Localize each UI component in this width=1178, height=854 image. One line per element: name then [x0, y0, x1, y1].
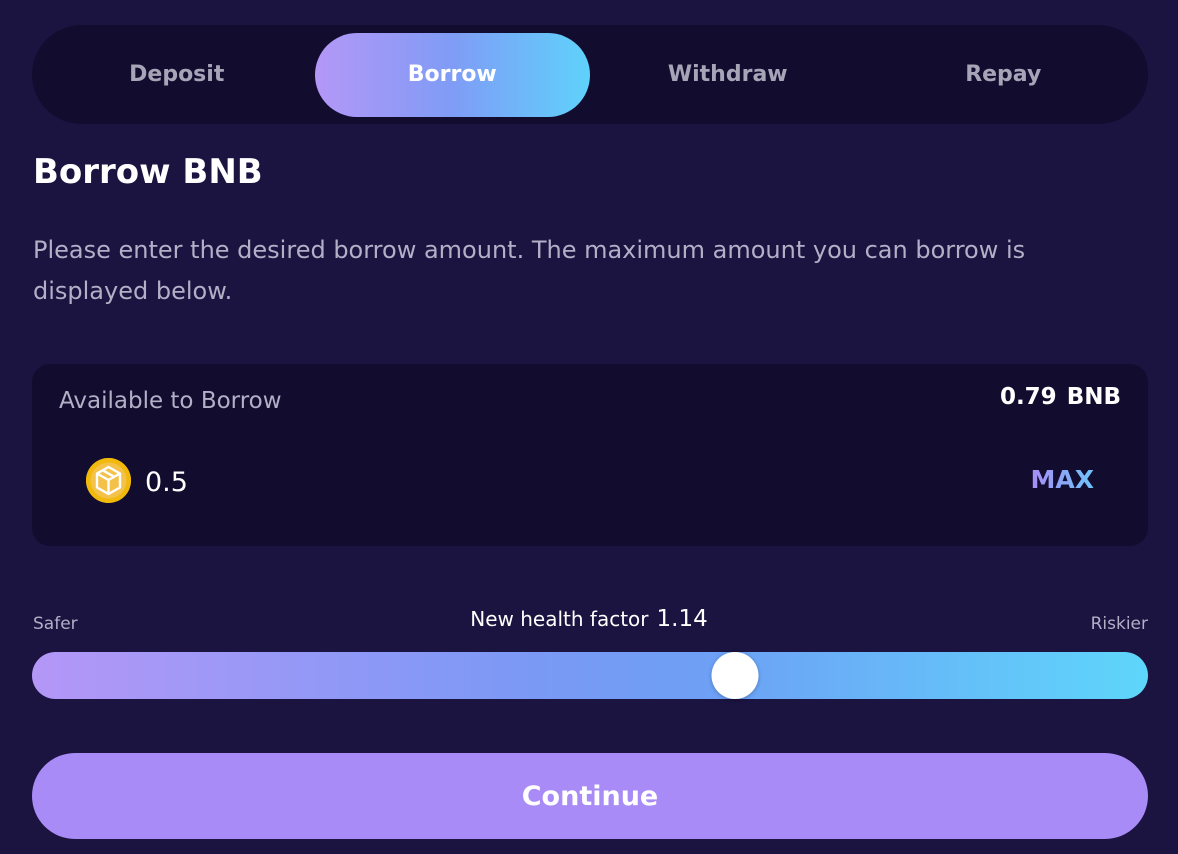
page-title: Borrow BNB	[33, 152, 263, 192]
max-button[interactable]: MAX	[1030, 465, 1094, 494]
available-amount: 0.79	[999, 384, 1057, 410]
available-unit: BNB	[1066, 384, 1121, 410]
continue-button[interactable]: Continue	[32, 753, 1148, 839]
bnb-icon	[86, 458, 131, 503]
slider-thumb[interactable]	[711, 652, 759, 699]
riskier-label: Riskier	[1090, 614, 1148, 634]
tab-deposit[interactable]: Deposit	[39, 33, 315, 117]
tab-repay[interactable]: Repay	[866, 33, 1142, 117]
available-label: Available to Borrow	[59, 388, 282, 414]
borrow-panel: Deposit Borrow Withdraw Repay Borrow BNB…	[0, 0, 1178, 854]
borrow-amount-input[interactable]	[145, 462, 745, 502]
health-factor-value: 1.14	[656, 606, 708, 632]
available-value: 0.79 BNB	[1000, 384, 1121, 410]
page-description: Please enter the desired borrow amount. …	[33, 236, 1026, 305]
health-factor: New health factor 1.14	[0, 606, 1178, 632]
tab-withdraw[interactable]: Withdraw	[590, 33, 866, 117]
health-factor-label: New health factor	[470, 607, 649, 631]
tab-borrow[interactable]: Borrow	[314, 32, 590, 117]
action-tabs: Deposit Borrow Withdraw Repay	[32, 25, 1148, 124]
amount-card: Available to Borrow 0.79 BNB MAX	[32, 364, 1148, 546]
health-factor-slider[interactable]	[32, 652, 1148, 699]
